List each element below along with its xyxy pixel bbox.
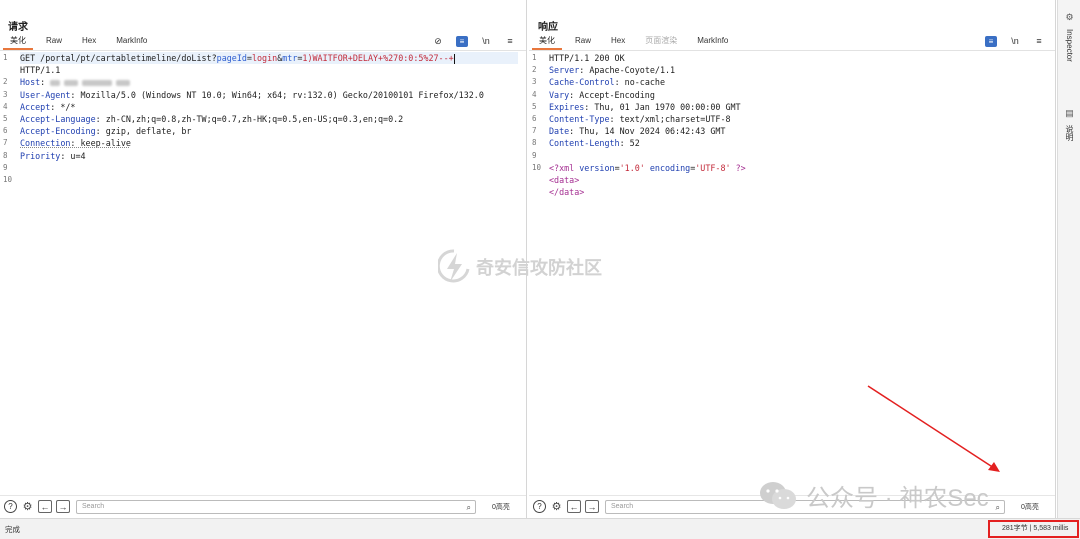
status-bar: 完成 281字节 | 5,583 millis [0, 518, 1080, 539]
status-text: 完成 [5, 525, 20, 534]
annotation-arrow [867, 385, 1000, 472]
response-size-time: 281字节 | 5,583 millis [988, 520, 1079, 538]
burp-repeater-window: ▮▮ ≡ ▬ 请求 美化 Raw Hex MarkInfo ⊘ ≡ \n ≡ 1… [0, 0, 1080, 539]
